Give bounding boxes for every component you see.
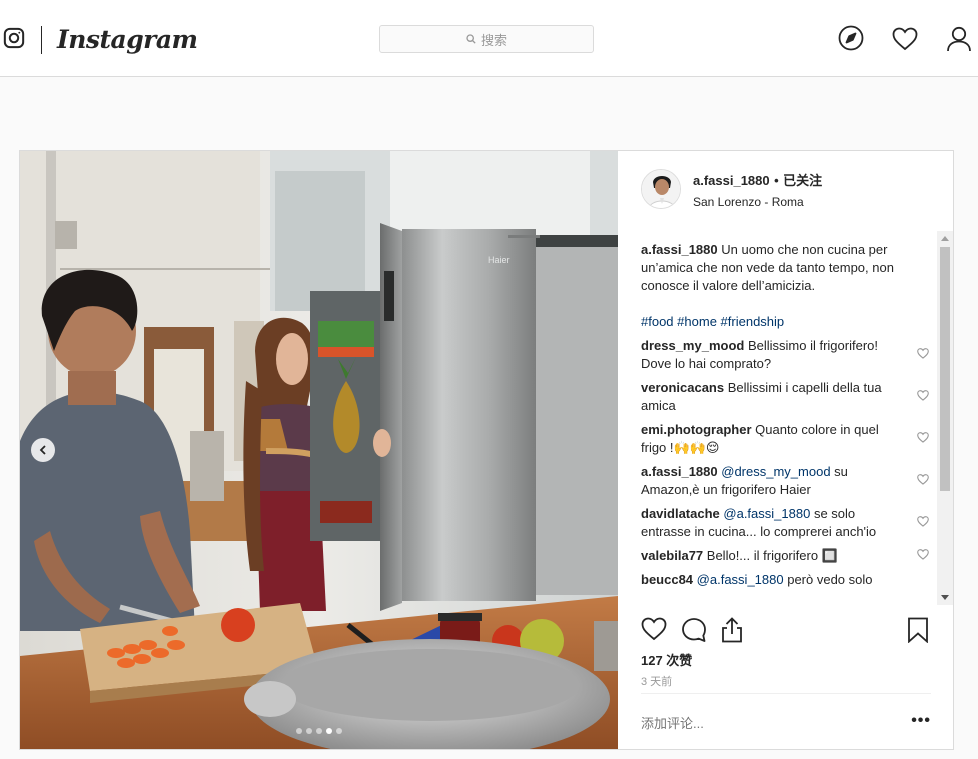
carousel-dot bbox=[306, 728, 312, 734]
comment-item: valebila77 Bello!... il frigorifero 🔲 bbox=[641, 547, 931, 565]
carousel-dot bbox=[296, 728, 302, 734]
carousel-indicator bbox=[296, 728, 342, 734]
comment-item: beucc84 @a.fassi_1880 però vedo solo bbox=[641, 571, 931, 589]
follow-status-button[interactable]: 已关注 bbox=[783, 173, 822, 188]
like-heart-icon[interactable] bbox=[641, 617, 667, 646]
avatar[interactable] bbox=[641, 169, 681, 209]
hashtag-link[interactable]: #home bbox=[677, 314, 717, 329]
caption-hashtags: #food #home #friendship bbox=[641, 313, 931, 331]
comment-item: davidlatache @a.fassi_1880 se solo entra… bbox=[641, 505, 931, 541]
top-navigation-bar: Instagram 搜索 bbox=[0, 0, 978, 77]
comment-item: emi.photographer Quanto colore in quel f… bbox=[641, 421, 931, 457]
post-card: Haier a.fassi_1880 • 已关注 San Lorenzo - R… bbox=[19, 150, 954, 750]
activity-heart-icon[interactable] bbox=[892, 27, 918, 56]
profile-person-icon[interactable] bbox=[946, 26, 972, 57]
search-icon bbox=[466, 34, 476, 44]
comments-list[interactable]: a.fassi_1880 Un uomo che non cucina per … bbox=[641, 241, 931, 607]
more-options-button[interactable]: ••• bbox=[911, 712, 931, 730]
likes-count[interactable]: 127 次赞 bbox=[641, 650, 692, 669]
comment-item: veronicacans Bellissimi i capelli della … bbox=[641, 379, 931, 415]
search-placeholder: 搜索 bbox=[480, 32, 507, 48]
comment-like-heart-icon[interactable] bbox=[917, 514, 929, 532]
caption-username[interactable]: a.fassi_1880 bbox=[641, 242, 718, 257]
comment-text: Bello!... il frigorifero 🔲 bbox=[706, 548, 838, 563]
post-timestamp[interactable]: 3 天前 bbox=[641, 673, 672, 689]
comment-mention[interactable]: @dress_my_mood bbox=[721, 464, 830, 479]
chevron-left-icon bbox=[39, 445, 46, 455]
save-bookmark-icon[interactable] bbox=[907, 617, 929, 648]
comment-like-heart-icon[interactable] bbox=[917, 547, 929, 565]
post-author: a.fassi_1880 • 已关注 San Lorenzo - Roma bbox=[641, 169, 822, 209]
comment-username[interactable]: valebila77 bbox=[641, 548, 703, 563]
comment-username[interactable]: emi.photographer bbox=[641, 422, 752, 437]
comment-like-heart-icon[interactable] bbox=[917, 346, 929, 364]
comment-item: dress_my_mood Bellissimo il frigorifero!… bbox=[641, 337, 931, 373]
comment-text: però vedo solo bbox=[787, 572, 873, 587]
hashtag-link[interactable]: #friendship bbox=[721, 314, 785, 329]
comment-like-heart-icon[interactable] bbox=[917, 430, 929, 448]
instagram-camera-icon[interactable] bbox=[3, 27, 25, 54]
share-icon[interactable] bbox=[721, 617, 743, 648]
explore-compass-icon[interactable] bbox=[838, 25, 864, 56]
comment-bubble-icon[interactable] bbox=[681, 617, 707, 648]
post-sidebar: a.fassi_1880 • 已关注 San Lorenzo - Roma a.… bbox=[619, 151, 954, 749]
comment-username[interactable]: a.fassi_1880 bbox=[641, 464, 718, 479]
comment-username[interactable]: veronicacans bbox=[641, 380, 724, 395]
author-separator: • bbox=[774, 172, 779, 188]
instagram-wordmark[interactable]: Instagram bbox=[57, 26, 198, 54]
brand-divider bbox=[41, 26, 42, 54]
comment-mention[interactable]: @a.fassi_1880 bbox=[723, 506, 810, 521]
comment-item: a.fassi_1880 @dress_my_mood su Amazon,è … bbox=[641, 463, 931, 499]
add-comment-section: ••• bbox=[641, 693, 931, 749]
post-photo[interactable]: Haier bbox=[20, 151, 618, 749]
comment-username[interactable]: beucc84 bbox=[641, 572, 693, 587]
fridge-brand-logo: Haier bbox=[488, 255, 510, 265]
brand[interactable]: Instagram bbox=[3, 26, 198, 54]
comment-username[interactable]: dress_my_mood bbox=[641, 338, 744, 353]
carousel-dot bbox=[316, 728, 322, 734]
comments-scrollbar[interactable] bbox=[937, 231, 953, 605]
add-comment-input[interactable] bbox=[641, 714, 881, 732]
carousel-dot bbox=[336, 728, 342, 734]
author-username[interactable]: a.fassi_1880 bbox=[693, 173, 770, 188]
post-caption: a.fassi_1880 Un uomo che non cucina per … bbox=[641, 241, 931, 331]
carousel-dot-active bbox=[326, 728, 332, 734]
post-actions bbox=[641, 617, 931, 645]
comment-username[interactable]: davidlatache bbox=[641, 506, 720, 521]
search-input[interactable]: 搜索 bbox=[379, 25, 594, 53]
scroll-up-arrow-icon[interactable] bbox=[941, 236, 949, 241]
scrollbar-thumb[interactable] bbox=[940, 247, 950, 491]
comment-mention[interactable]: @a.fassi_1880 bbox=[697, 572, 784, 587]
comment-like-heart-icon[interactable] bbox=[917, 388, 929, 406]
carousel-prev-button[interactable] bbox=[31, 438, 55, 462]
scroll-down-arrow-icon[interactable] bbox=[941, 595, 949, 600]
post-location[interactable]: San Lorenzo - Roma bbox=[693, 195, 822, 209]
comment-like-heart-icon[interactable] bbox=[917, 472, 929, 490]
hashtag-link[interactable]: #food bbox=[641, 314, 674, 329]
